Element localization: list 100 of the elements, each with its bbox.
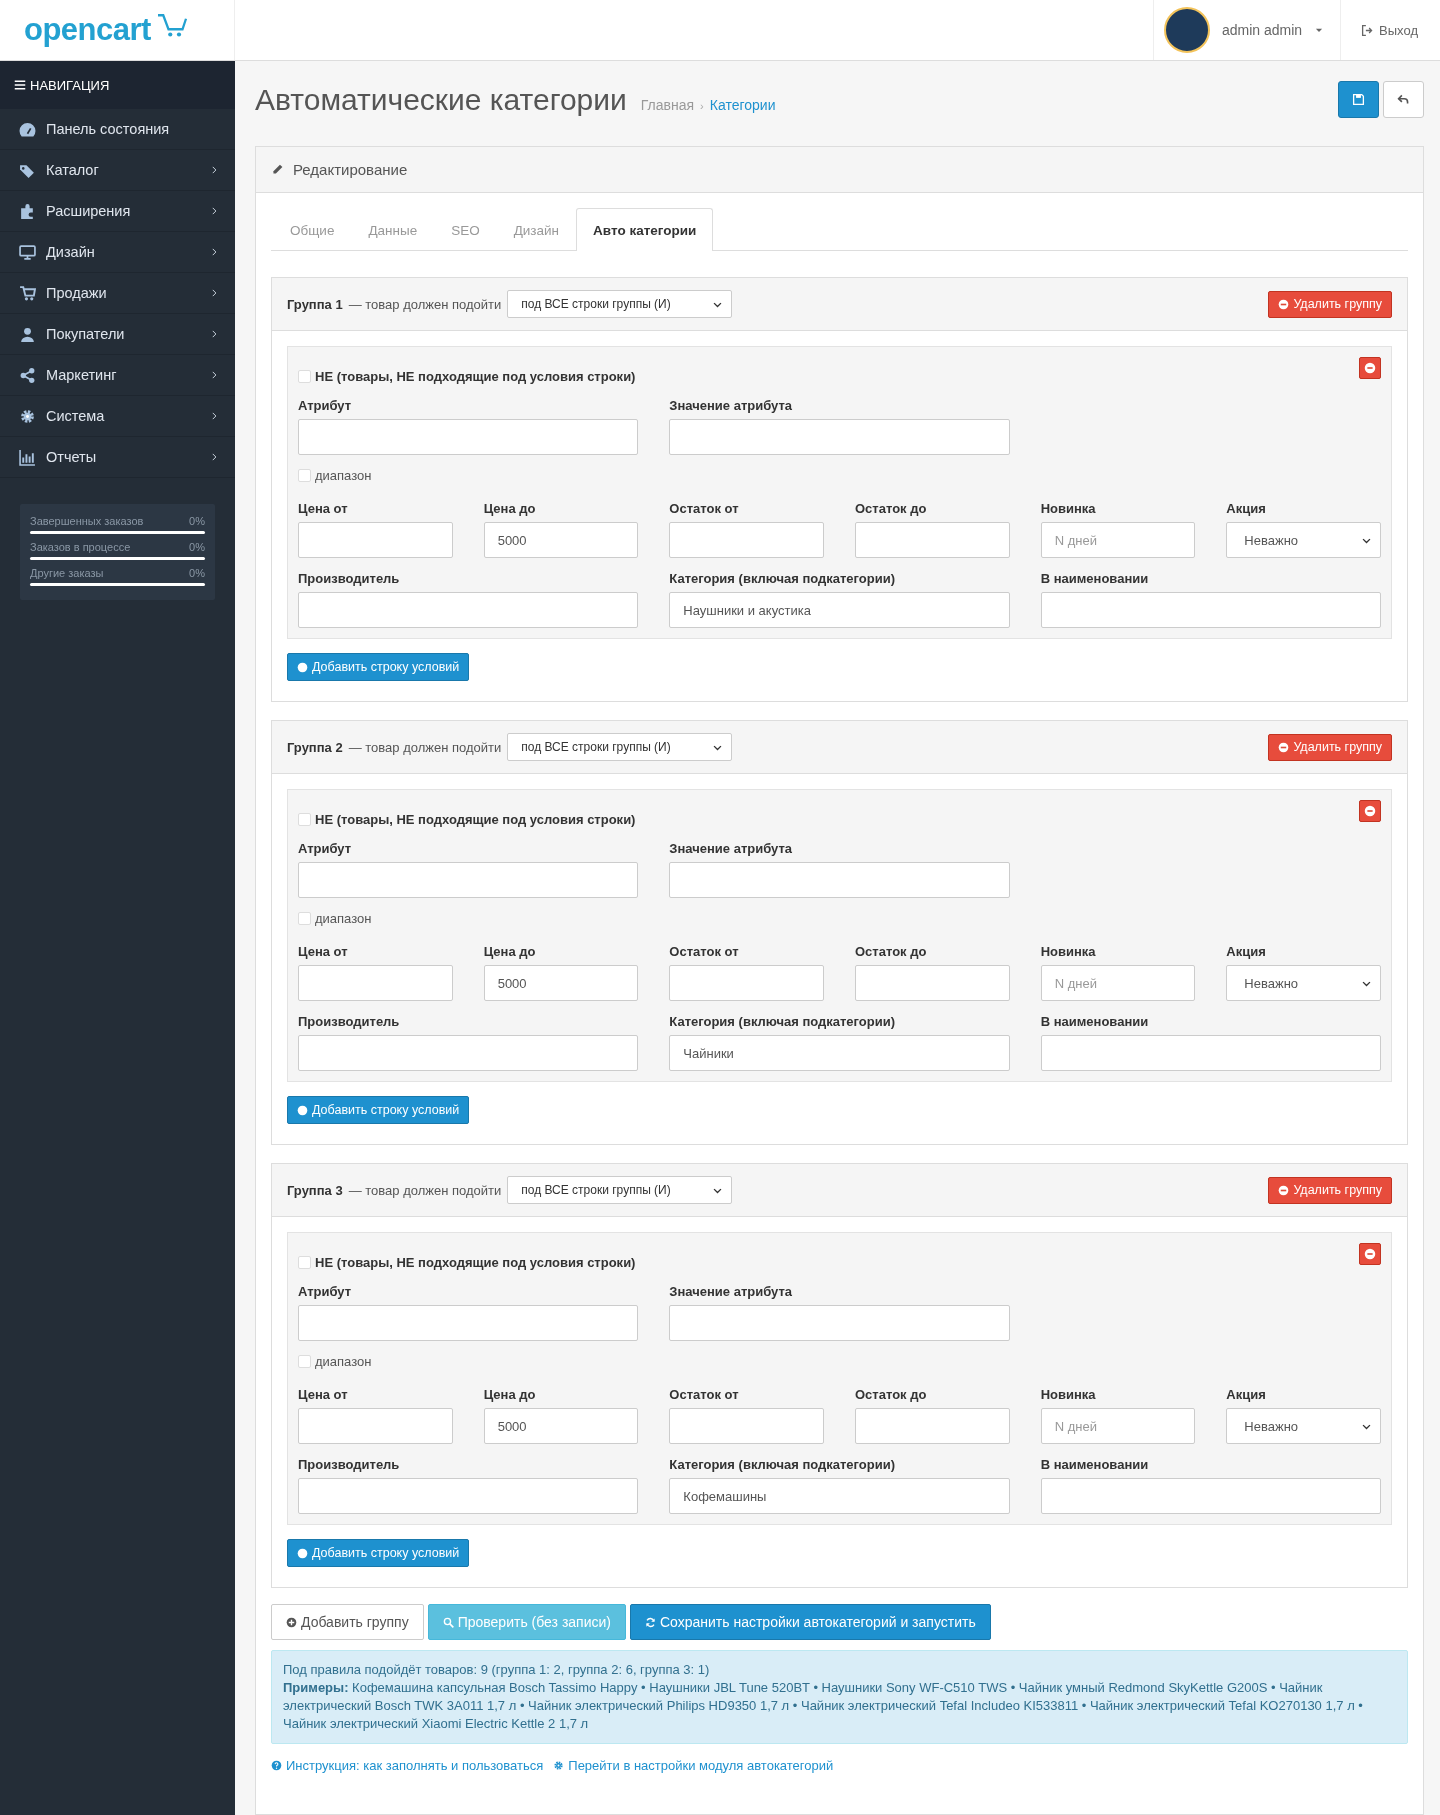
checkbox[interactable]: [298, 1256, 311, 1269]
input-field[interactable]: [1040, 1035, 1381, 1071]
mode-select[interactable]: под ВСЕ строки группы (И): [507, 733, 733, 761]
stat-value: 0%: [189, 541, 205, 553]
checkbox[interactable]: [298, 370, 311, 383]
remove-row-button[interactable]: [1359, 1243, 1381, 1265]
save-run-button[interactable]: Сохранить настройки автокатегорий и запустить: [630, 1604, 991, 1640]
field-label: Категория (включая подкатегории): [669, 571, 897, 586]
field-label: Остаток от: [669, 944, 740, 959]
add-row-button[interactable]: Добавить строку условий: [287, 1096, 470, 1124]
minus-circle-icon: [1364, 362, 1376, 374]
input-field[interactable]: [669, 965, 824, 1001]
stat-label: Завершенных заказов: [30, 515, 144, 527]
add-group-button[interactable]: Добавить группу: [271, 1604, 424, 1640]
input-field[interactable]: Наушники и акустика: [669, 592, 1010, 628]
stat-label: Другие заказы: [30, 567, 104, 579]
field-label: Цена до: [483, 1387, 537, 1402]
delete-group-button[interactable]: Удалить группу: [1268, 733, 1392, 761]
input-field[interactable]: N дней: [1040, 965, 1196, 1001]
delete-group-button[interactable]: Удалить группу: [1268, 1176, 1392, 1204]
input-field[interactable]: [298, 522, 453, 558]
input-field[interactable]: [298, 1478, 639, 1514]
minus-circle-icon: [1278, 741, 1290, 753]
group-title: Группа 1: [287, 296, 343, 312]
select-field[interactable]: Неважно: [1226, 522, 1381, 558]
user-menu[interactable]: admin admin: [1152, 0, 1342, 60]
field-label: Акция: [1226, 1387, 1267, 1402]
checkbox-label: НЕ (товары, НЕ подходящие под условия строки): [315, 1255, 636, 1270]
input-field[interactable]: [298, 965, 453, 1001]
gear-icon: [19, 407, 36, 425]
speedometer-icon: [19, 120, 36, 138]
field-label: Акция: [1226, 944, 1267, 959]
input-field[interactable]: [669, 862, 1010, 898]
minus-circle-icon: [1364, 805, 1376, 817]
checkbox-label: НЕ (товары, НЕ подходящие под условия строки): [315, 369, 636, 384]
input-field[interactable]: [298, 1035, 639, 1071]
nav-item[interactable]: Расширения: [0, 191, 235, 232]
nav-item[interactable]: Панель состояния: [0, 109, 235, 150]
field-label: В наименовании: [1040, 1014, 1150, 1029]
help-link[interactable]: Перейти в настройки модуля автокатегорий: [553, 1758, 834, 1773]
input-field[interactable]: [669, 1305, 1010, 1341]
select-field[interactable]: Неважно: [1226, 1408, 1381, 1444]
input-field[interactable]: [855, 1408, 1010, 1444]
field-label: Новинка: [1040, 501, 1097, 516]
input-field[interactable]: [669, 419, 1010, 455]
input-field[interactable]: [298, 862, 639, 898]
nav-item[interactable]: Отчеты: [0, 437, 235, 478]
input-field[interactable]: [669, 1408, 824, 1444]
input-field[interactable]: N дней: [1040, 1408, 1196, 1444]
logout-link[interactable]: Выход: [1341, 0, 1440, 60]
input-field[interactable]: [855, 522, 1010, 558]
input-field[interactable]: 5000: [483, 522, 639, 558]
field-label: Новинка: [1040, 944, 1097, 959]
stat-value: 0%: [189, 567, 205, 579]
stat-label: Заказов в процессе: [30, 541, 131, 553]
input-field[interactable]: Кофемашины: [669, 1478, 1010, 1514]
back-button[interactable]: [1383, 81, 1424, 118]
menu-icon: [14, 79, 26, 91]
input-field[interactable]: [855, 965, 1010, 1001]
field-label: Значение атрибута: [669, 398, 794, 413]
mode-select[interactable]: под ВСЕ строки группы (И): [507, 1176, 733, 1204]
field-label: Категория (включая подкатегории): [669, 1014, 897, 1029]
input-field[interactable]: Чайники: [669, 1035, 1010, 1071]
field-label: Производитель: [298, 1014, 401, 1029]
checkbox[interactable]: [298, 813, 311, 826]
page-title: Автоматические категории: [255, 82, 627, 117]
select-field[interactable]: Неважно: [1226, 965, 1381, 1001]
input-field[interactable]: [298, 1408, 453, 1444]
group-note: — товар должен подойти: [348, 739, 502, 755]
avatar: [1163, 7, 1210, 53]
input-field[interactable]: 5000: [483, 965, 639, 1001]
question-circle-icon: [271, 1760, 282, 1771]
user-icon: [19, 325, 36, 343]
input-field[interactable]: [1040, 592, 1381, 628]
tab[interactable]: Авто категории: [576, 208, 714, 251]
add-row-button[interactable]: Добавить строку условий: [287, 1539, 470, 1567]
field-label: Новинка: [1040, 1387, 1097, 1402]
add-row-button[interactable]: Добавить строку условий: [287, 653, 470, 681]
checkbox[interactable]: [298, 469, 311, 482]
checkbox[interactable]: [298, 912, 311, 925]
help-link[interactable]: Инструкция: как заполнять и пользоваться: [271, 1758, 544, 1773]
input-field[interactable]: [298, 419, 639, 455]
input-field[interactable]: [669, 522, 824, 558]
checkbox[interactable]: [298, 1355, 311, 1368]
checkbox-label: НЕ (товары, НЕ подходящие под условия строки): [315, 812, 636, 827]
delete-group-button[interactable]: Удалить группу: [1268, 290, 1392, 318]
save-button[interactable]: [1338, 81, 1379, 118]
remove-row-button[interactable]: [1359, 800, 1381, 822]
sign-out-icon: [1361, 23, 1375, 37]
panel-title: Редактирование: [293, 161, 408, 178]
input-field[interactable]: [298, 592, 639, 628]
input-field[interactable]: [1040, 1478, 1381, 1514]
input-field[interactable]: 5000: [483, 1408, 639, 1444]
cart-icon: [19, 284, 36, 302]
input-field[interactable]: [298, 1305, 639, 1341]
mode-select[interactable]: под ВСЕ строки группы (И): [507, 290, 733, 318]
refresh-icon: [645, 1616, 656, 1628]
input-field[interactable]: N дней: [1040, 522, 1196, 558]
bar-chart-icon: [19, 448, 36, 466]
remove-row-button[interactable]: [1359, 357, 1381, 379]
